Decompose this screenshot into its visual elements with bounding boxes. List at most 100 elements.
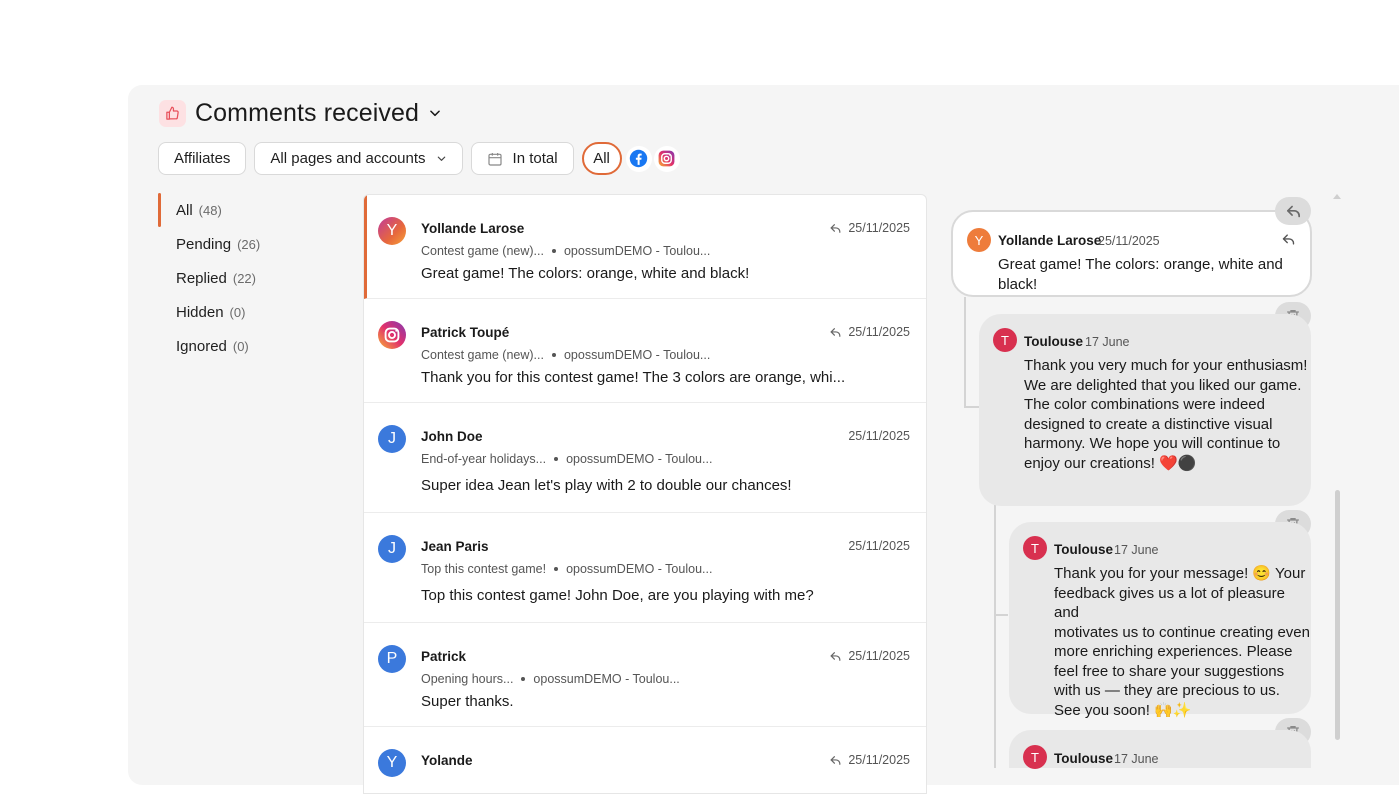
comment-author: Toulouse — [1054, 751, 1113, 766]
account-name: opossumDEMO - Toulou... — [566, 452, 713, 466]
comment-author: Patrick — [421, 649, 467, 664]
account-name: opossumDEMO - Toulou... — [566, 562, 713, 576]
reply-button[interactable] — [1275, 197, 1311, 225]
thread-connector — [964, 406, 980, 408]
post-title: Contest game (new)... — [421, 348, 544, 362]
avatar: J — [378, 425, 406, 453]
post-title: Contest game (new)... — [421, 244, 544, 258]
facebook-icon[interactable] — [625, 145, 652, 172]
comment-text: Thank you for this contest game! The 3 c… — [421, 369, 846, 386]
text-line: Thank you very much for your enthusiasm! — [1024, 357, 1308, 374]
comment-source: End-of-year holidays... opossumDEMO - Tou… — [421, 452, 712, 466]
nav-count: (0) — [232, 338, 249, 354]
reply-text: Thank you very much for your enthusiasm!… — [1024, 356, 1307, 473]
comment-author: Patrick Toupé — [421, 325, 510, 340]
separator-dot — [521, 677, 526, 681]
reply-icon[interactable] — [1281, 232, 1296, 252]
page-title[interactable]: Comments received — [195, 99, 419, 128]
period-button[interactable]: In total — [470, 142, 574, 175]
comment-text: Super thanks. — [421, 693, 514, 710]
comment-row[interactable]: Y Yolande 25/11/2025 — [364, 727, 926, 793]
reply-bubble: T Toulouse 17 June — [1009, 730, 1311, 769]
comment-source: Contest game (new)... opossumDEMO - Toulo… — [421, 348, 710, 362]
post-title: End-of-year holidays... — [421, 452, 547, 466]
nav-item-replied[interactable]: Replied (22) — [158, 261, 348, 295]
comment-row[interactable]: Y Yollande Larose Contest game (new)... o… — [364, 195, 926, 299]
comment-source: Top this contest game! opossumDEMO - Toul… — [421, 562, 712, 576]
separator-dot — [551, 249, 556, 253]
comment-row[interactable]: J Jean Paris Top this contest game! oposs… — [364, 513, 926, 623]
network-all-toggle[interactable]: All — [581, 142, 622, 175]
avatar: J — [378, 535, 406, 563]
nav-count: (26) — [237, 236, 261, 252]
comment-author: Toulouse — [1024, 334, 1083, 349]
nav-item-pending[interactable]: Pending (26) — [158, 227, 348, 261]
affiliates-label: Affiliates — [174, 150, 231, 167]
text-line: designed to create a distinctive visual — [1024, 415, 1273, 433]
text-line: motivates us to continue creating even — [1054, 623, 1310, 641]
text-line: feedback gives us a lot of pleasure and — [1054, 584, 1285, 622]
text-line: Thank you for your message! 😊 Your — [1054, 565, 1306, 582]
affiliates-button[interactable]: Affiliates — [158, 142, 247, 175]
reply-icon — [829, 754, 842, 767]
avatar: P — [378, 645, 406, 673]
text-line: harmony. We hope you will continue to — [1024, 435, 1281, 452]
comment-row[interactable]: Patrick Toupé Contest game (new)... oposs… — [364, 299, 926, 403]
thread-scrollbar[interactable] — [1335, 490, 1340, 740]
comment-author: Jean Paris — [421, 539, 489, 554]
chevron-down-icon — [436, 153, 447, 164]
comment-row[interactable]: J John Doe End-of-year holidays... opossu… — [364, 403, 926, 513]
post-title: Top this contest game! — [421, 562, 547, 576]
date-text: 25/11/2025 — [848, 753, 910, 767]
reply-text: Thank you for your message! 😊 Your feedb… — [1054, 564, 1311, 720]
text-line: We are delighted that you liked our game… — [1024, 376, 1302, 394]
comment-date: 17 June — [1114, 752, 1159, 766]
reply-bubble: T Toulouse 17 June Thank you very much f… — [979, 314, 1311, 506]
comment-row[interactable]: P Patrick Opening hours... opossumDEMO - … — [364, 623, 926, 727]
pages-select[interactable]: All pages and accounts — [254, 142, 463, 175]
reply-icon — [829, 650, 842, 663]
separator-dot — [551, 353, 556, 357]
instagram-icon[interactable] — [653, 145, 680, 172]
comment-author: Yollande Larose — [421, 221, 525, 236]
text-line: The color combinations were indeed — [1024, 396, 1265, 413]
status-nav: All (48) Pending (26) Replied (22) Hidden (0… — [158, 193, 348, 363]
filter-bar: Affiliates All pages and accounts In tot… — [158, 142, 680, 175]
text-line: more enriching experiences. Please — [1054, 643, 1293, 660]
comment-text: Super idea Jean let's play with 2 to dou… — [421, 477, 792, 494]
account-name: opossumDEMO - Toulou... — [563, 348, 711, 362]
separator-dot — [554, 567, 559, 571]
avatar: T — [993, 328, 1017, 352]
comment-text: Top this contest game! John Doe, are you… — [421, 587, 814, 604]
chevron-down-icon[interactable] — [428, 106, 442, 120]
instagram-avatar-icon — [378, 321, 406, 349]
account-name: opossumDEMO - Toulou... — [563, 244, 711, 258]
reply-bubble: T Toulouse 17 June Thank you for your me… — [1009, 522, 1311, 719]
network-all-label: All — [593, 150, 610, 167]
nav-item-all[interactable]: All (48) — [158, 193, 348, 227]
reply-icon — [829, 326, 842, 339]
comment-text: Great game! The colors: orange, white an… — [998, 256, 1283, 293]
nav-count: (22) — [232, 270, 256, 286]
post-title: Opening hours... — [421, 672, 514, 686]
account-name: opossumDEMO - Toulou... — [533, 672, 680, 686]
thread-connector — [994, 505, 996, 768]
scroll-up-arrow-icon[interactable] — [1333, 194, 1341, 199]
comment-author: Yolande — [421, 753, 473, 768]
date-text: 25/11/2025 — [848, 325, 910, 339]
nav-item-hidden[interactable]: Hidden (0) — [158, 295, 348, 329]
thumbs-up-icon — [159, 99, 186, 127]
nav-item-ignored[interactable]: Ignored (0) — [158, 329, 348, 363]
nav-label: Ignored — [176, 337, 227, 355]
date-text: 25/11/2025 — [848, 539, 910, 553]
comment-text: Great game! The colors: orange, white an… — [421, 265, 750, 282]
date-text: 25/11/2025 — [848, 221, 910, 235]
avatar: Y — [378, 749, 406, 777]
comment-date: 25/11/2025 — [848, 539, 910, 553]
comment-date: 25/11/2025 — [829, 753, 910, 767]
nav-count: (0) — [229, 304, 246, 320]
reply-icon — [829, 222, 842, 235]
comment-date: 25/11/2025 — [829, 649, 910, 663]
reply-icon — [1286, 205, 1300, 217]
calendar-icon — [487, 151, 503, 167]
